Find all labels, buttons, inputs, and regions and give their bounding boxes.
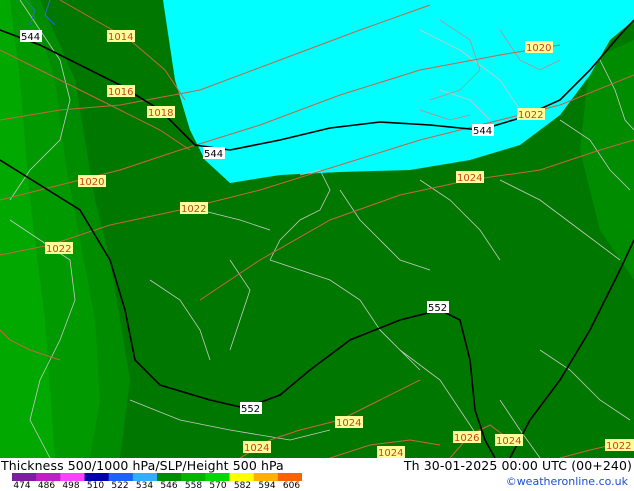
height-label-552-south: 552 — [241, 404, 260, 415]
legend-swatch — [181, 473, 206, 481]
isobar-label: 1022 — [181, 204, 206, 215]
isobar-label: 1026 — [454, 433, 479, 444]
legend-swatch — [12, 473, 37, 481]
height-label-544-west: 544 — [21, 32, 40, 43]
isobar-label: 1014 — [108, 32, 133, 43]
thickness-legend-bar — [12, 473, 302, 481]
legend-swatch — [277, 473, 302, 481]
isobar-label: 1024 — [496, 436, 521, 447]
valid-time: Th 30-01-2025 00:00 UTC (00+240) — [403, 458, 632, 473]
credit-link[interactable]: ©weatheronline.co.uk — [506, 475, 628, 488]
height-label-552-east: 552 — [428, 303, 447, 314]
map-title: Thickness 500/1000 hPa/SLP/Height 500 hP… — [1, 458, 284, 473]
map-footer: Thickness 500/1000 hPa/SLP/Height 500 hP… — [0, 458, 634, 491]
legend-swatch — [253, 473, 279, 481]
isobar-label: 1022 — [606, 441, 631, 452]
isobar-label: 1018 — [148, 108, 173, 119]
legend-swatch — [60, 473, 85, 481]
isobar-label: 1024 — [457, 173, 482, 184]
legend-swatch — [157, 473, 182, 481]
isobar-label: 1022 — [46, 244, 71, 255]
height-label-544-east: 544 — [473, 126, 492, 137]
legend-swatch — [229, 473, 255, 481]
legend-swatch — [36, 473, 61, 481]
isobar-label: 1024 — [378, 448, 403, 458]
isobar-label: 1024 — [336, 418, 361, 429]
isobar-label: 1022 — [518, 110, 543, 121]
height-label-544-center: 544 — [204, 149, 223, 160]
isobar-label: 1024 — [244, 443, 269, 454]
weather-map: 544 544 544 552 552 1014 1016 1018 1020 … — [0, 0, 634, 458]
legend-swatch — [108, 473, 134, 481]
isobar-label: 1020 — [526, 43, 551, 54]
legend-swatch — [132, 473, 158, 481]
isobar-label: 1020 — [79, 177, 104, 188]
legend-swatch — [205, 473, 230, 481]
isobar-label: 1016 — [108, 87, 133, 98]
map-canvas: 544 544 544 552 552 1014 1016 1018 1020 … — [0, 0, 634, 458]
legend-swatch — [84, 473, 110, 481]
